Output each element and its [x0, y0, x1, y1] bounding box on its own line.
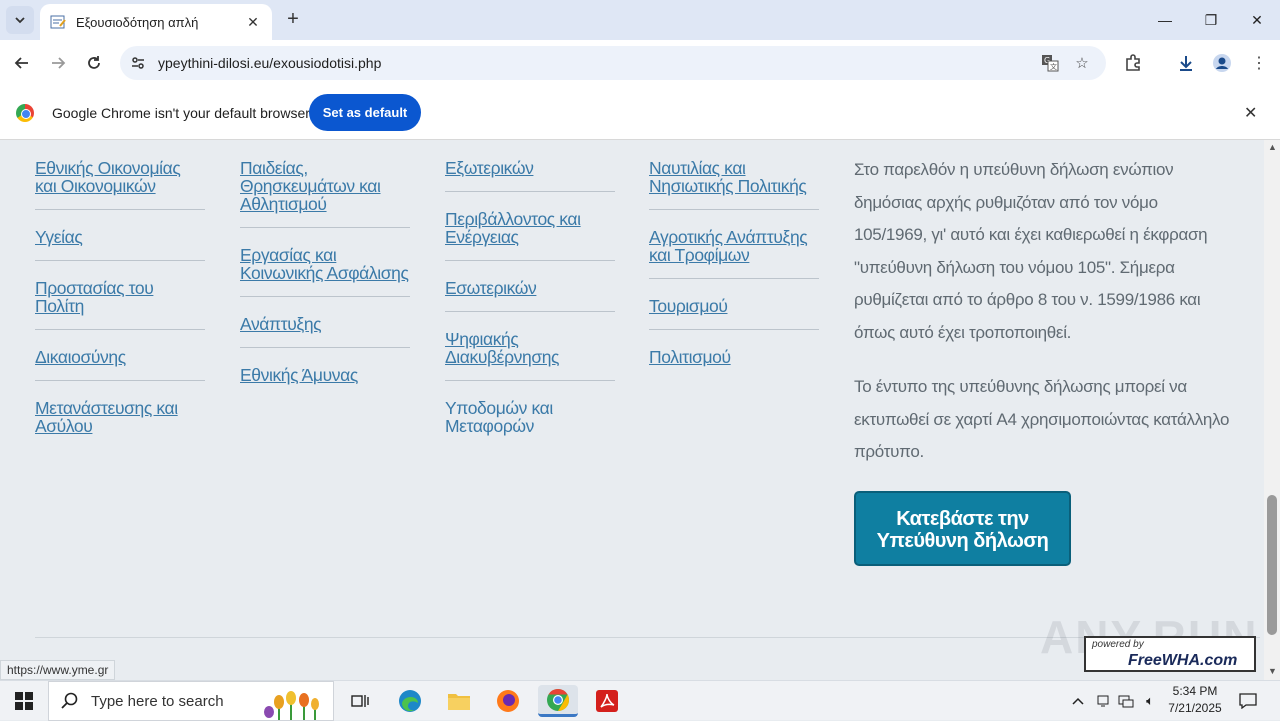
ministry-link[interactable]: Πολιτισμού	[649, 330, 819, 380]
page-scrollbar[interactable]: ▲ ▼	[1264, 140, 1280, 680]
ministry-link[interactable]: Εργασίας και Κοινωνικής Ασφάλισης	[240, 228, 410, 297]
chrome-logo-icon	[16, 104, 34, 122]
ministry-link[interactable]: Εξωτερικών	[445, 140, 615, 192]
windows-taskbar: Type here to search 🔈︎ 5:34 PM 7/21/2025	[0, 680, 1280, 721]
ministry-link[interactable]: Περιβάλλοντος και Ενέργειας	[445, 192, 615, 261]
task-view-button[interactable]	[340, 685, 380, 717]
law-paragraph: Στο παρελθόν η υπεύθυνη δήλωση ενώπιον δ…	[854, 160, 1208, 342]
tab-close-icon[interactable]: ✕	[244, 14, 262, 31]
badge-brand: FreeWHA.com	[1128, 652, 1238, 669]
site-info-icon[interactable]	[130, 55, 146, 71]
clock-date: 7/21/2025	[1168, 701, 1222, 715]
taskbar-acrobat[interactable]	[587, 685, 627, 717]
ministry-link[interactable]: Ανάπτυξης	[240, 297, 410, 348]
bookmark-star-icon[interactable]: ☆	[1072, 53, 1092, 73]
tab-search-button[interactable]	[6, 6, 34, 34]
tab-title: Εξουσιοδότηση απλή	[76, 14, 199, 30]
reload-icon	[88, 56, 100, 69]
scrollbar-thumb[interactable]	[1267, 495, 1277, 635]
ministries-column-3: Εξωτερικών Περιβάλλοντος και Ενέργειας Ε…	[445, 140, 615, 449]
svg-text:文: 文	[1050, 62, 1057, 71]
download-declaration-button[interactable]: Κατεβάστε την Υπεύθυνη δήλωση	[854, 491, 1071, 566]
new-tab-button[interactable]: +	[282, 8, 304, 30]
ministry-link[interactable]: Μετανάστευσης και Ασύλου	[35, 381, 205, 449]
ministry-link[interactable]: Δικαιοσύνης	[35, 330, 205, 381]
close-window-button[interactable]: ✕	[1234, 0, 1280, 40]
forward-button[interactable]	[44, 49, 72, 77]
volume-icon[interactable]: 🔈︎	[1140, 681, 1160, 721]
search-placeholder: Type here to search	[91, 692, 224, 710]
edge-icon	[399, 690, 421, 712]
ministry-link[interactable]: Εθνικής Οικονομίας και Οικονομικών	[35, 140, 205, 210]
taskbar-firefox[interactable]	[488, 685, 528, 717]
search-icon	[61, 692, 78, 709]
taskbar-edge[interactable]	[390, 685, 430, 717]
infobar-close-icon[interactable]: ✕	[1244, 103, 1257, 123]
clock-time: 5:34 PM	[1172, 684, 1218, 698]
ministry-link[interactable]: Υγείας	[35, 210, 205, 261]
profile-avatar-icon[interactable]	[1211, 52, 1233, 74]
ministry-link[interactable]: Παιδείας, Θρησκευμάτων και Αθλητισμού	[240, 140, 410, 228]
scroll-up-icon[interactable]: ▲	[1268, 142, 1277, 152]
ministry-link[interactable]: Εθνικής Άμυνας	[240, 348, 410, 398]
folder-icon	[448, 694, 470, 710]
ministry-link[interactable]: Υποδομών και Μεταφορών	[445, 381, 615, 449]
restore-button[interactable]: ❐	[1188, 0, 1234, 40]
address-bar[interactable]: ypeythini-dilosi.eu/exousiodotisi.php	[120, 46, 1106, 80]
kebab-menu-icon[interactable]: ⋮	[1248, 52, 1270, 74]
browser-toolbar: ypeythini-dilosi.eu/exousiodotisi.php G文…	[0, 40, 1280, 86]
printing-paragraph: Το έντυπο της υπεύθυνης δήλωσης μπορεί ν…	[854, 377, 1230, 461]
freewha-badge[interactable]: powered by FreeWHA.com	[1084, 636, 1256, 672]
taskbar-chrome[interactable]	[538, 685, 578, 717]
tray-device-icon[interactable]	[1094, 681, 1112, 721]
extensions-icon[interactable]	[1122, 52, 1144, 74]
ministry-link[interactable]: Ψηφιακής Διακυβέρνησης	[445, 312, 615, 381]
ministry-link[interactable]: Εσωτερικών	[445, 261, 615, 312]
firefox-icon	[497, 690, 519, 712]
default-browser-infobar: Google Chrome isn't your default browser…	[0, 86, 1280, 140]
scroll-down-icon[interactable]: ▼	[1268, 666, 1277, 676]
arrow-right-icon	[52, 57, 66, 69]
back-button[interactable]	[8, 49, 36, 77]
web-page: Εθνικής Οικονομίας και Οικονομικών Υγεία…	[0, 140, 1264, 680]
page-favicon-icon	[50, 15, 66, 29]
acrobat-icon	[596, 690, 618, 712]
download-icon[interactable]	[1175, 52, 1197, 74]
chevron-down-icon	[15, 17, 25, 24]
ministry-link[interactable]: Προστασίας του Πολίτη	[35, 261, 205, 330]
url-text: ypeythini-dilosi.eu/exousiodotisi.php	[158, 55, 382, 71]
browser-tab[interactable]: Εξουσιοδότηση απλή ✕	[40, 4, 272, 40]
tulips-icon	[264, 691, 319, 720]
minimize-button[interactable]: —	[1142, 0, 1188, 40]
windows-logo-icon	[15, 692, 33, 710]
browser-titlebar: Εξουσιοδότηση απλή ✕ + — ❐ ✕	[0, 0, 1280, 40]
arrow-left-icon	[14, 57, 28, 69]
ministries-column-4: Ναυτιλίας και Νησιωτικής Πολιτικής Αγροτ…	[649, 140, 819, 380]
task-view-icon	[351, 695, 369, 707]
ministries-column-2: Παιδείας, Θρησκευμάτων και Αθλητισμού Ερ…	[240, 140, 410, 398]
translate-icon[interactable]: G文	[1040, 53, 1060, 73]
badge-caption: powered by	[1092, 639, 1144, 650]
network-icon[interactable]	[1116, 681, 1136, 721]
ministry-link[interactable]: Αγροτικής Ανάπτυξης και Τροφίμων	[649, 210, 819, 279]
status-bar-url: https://www.yme.gr	[0, 660, 116, 680]
set-as-default-button[interactable]: Set as default	[309, 94, 421, 131]
start-button[interactable]	[0, 681, 48, 721]
tray-overflow-icon[interactable]	[1068, 681, 1088, 721]
ministry-link[interactable]: Ναυτιλίας και Νησιωτικής Πολιτικής	[649, 140, 819, 210]
chrome-icon	[547, 688, 569, 711]
taskbar-clock[interactable]: 5:34 PM 7/21/2025	[1160, 683, 1230, 717]
taskbar-file-explorer[interactable]	[439, 685, 479, 717]
notifications-icon[interactable]	[1234, 681, 1262, 721]
ministry-link[interactable]: Τουρισμού	[649, 279, 819, 330]
reload-button[interactable]	[80, 49, 108, 77]
taskbar-search-box[interactable]: Type here to search	[48, 681, 334, 721]
infobar-message: Google Chrome isn't your default browser	[52, 105, 310, 121]
ministries-column-1: Εθνικής Οικονομίας και Οικονομικών Υγεία…	[35, 140, 205, 449]
